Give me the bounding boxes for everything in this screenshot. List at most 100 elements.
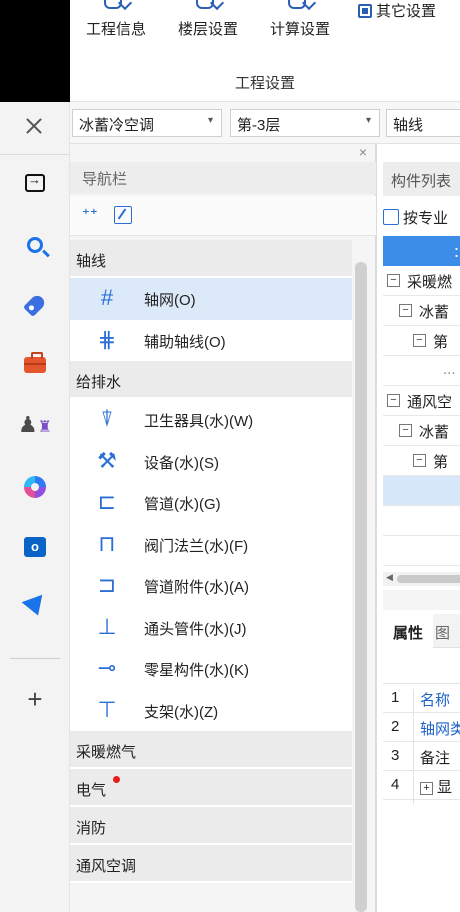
component-panel: 构件列表 按专业 − 采暖燃 − 冰蓄 − 第 ... − 通风空 − 冰蓄 − <box>376 144 460 912</box>
navigation-panel: × 导航栏 ⁺⁺ 轴线 # 轴网(O) ⋕ 辅助轴线(O) 给排水 ⍒ 卫生器具… <box>70 144 376 912</box>
close-icon[interactable] <box>24 116 44 136</box>
collapse-icon[interactable]: − <box>387 394 400 407</box>
filter-icon <box>383 209 399 225</box>
nav-item-misc-component[interactable]: ⊸ 零星构件(水)(K) <box>70 648 352 690</box>
filter-by-discipline-button[interactable]: 按专业 <box>383 200 448 234</box>
project-info-icon <box>96 0 136 12</box>
property-row[interactable]: 2 轴网类 <box>383 713 460 746</box>
sidebar-outlook-button[interactable]: o <box>22 534 48 560</box>
tab-other[interactable]: 图 <box>435 622 450 643</box>
app-sidebar: ♟♜ o + <box>0 102 70 912</box>
selection-toolbar: 冰蓄冷空调 ▾ 第-3层 ▾ 轴线 <box>70 102 460 144</box>
floor-settings-icon <box>188 0 228 12</box>
nav-toolbar: ⁺⁺ <box>70 196 376 236</box>
other-settings-icon <box>358 3 372 18</box>
collapse-icon[interactable]: − <box>399 424 412 437</box>
sidebar-login-button[interactable] <box>22 170 48 196</box>
plus-icon: + <box>27 684 43 714</box>
property-row[interactable]: 3 备注 <box>383 742 460 775</box>
sidebar-copilot-button[interactable] <box>22 474 48 500</box>
tree-row-selected[interactable] <box>383 476 460 506</box>
properties-header <box>383 648 460 684</box>
toolbox-icon <box>24 352 46 373</box>
other-settings-button[interactable]: 其它设置 <box>358 0 436 21</box>
nav-category-plumbing[interactable]: 给排水 <box>70 361 352 399</box>
notification-badge <box>113 776 120 783</box>
nav-item-bracket[interactable]: ⊤ 支架(水)(Z) <box>70 689 352 731</box>
nav-category-fire[interactable]: 消防 <box>70 807 352 845</box>
tree-row[interactable]: − 第 <box>383 446 460 476</box>
nav-category-electrical[interactable]: 电气 <box>70 769 352 807</box>
expand-icon[interactable]: + <box>420 782 433 795</box>
nav-item-sanitary[interactable]: ⍒ 卫生器具(水)(W) <box>70 399 352 441</box>
tree-row[interactable]: − 冰蓄 <box>383 416 460 446</box>
splitter[interactable] <box>383 590 460 610</box>
tree-row[interactable]: − 第 <box>383 326 460 356</box>
arrow-left-icon[interactable]: ◀ <box>386 572 393 583</box>
tree-row[interactable] <box>383 536 460 566</box>
nav-close-icon[interactable]: × <box>359 144 367 160</box>
tree-row[interactable]: − 通风空 <box>383 386 460 416</box>
divider <box>0 154 70 155</box>
nav-title: 导航栏 <box>82 171 128 188</box>
floor-select[interactable]: 第-3层 ▾ <box>230 109 380 137</box>
project-info-button[interactable]: 工程信息 <box>86 0 146 44</box>
nav-item-tee-fitting[interactable]: ⊥ 通头管件(水)(J) <box>70 606 352 648</box>
collapse-icon[interactable]: − <box>387 274 400 287</box>
pipe-icon: ⊏ <box>97 489 117 514</box>
collapse-icon[interactable]: − <box>399 304 412 317</box>
calc-settings-icon <box>280 0 320 12</box>
sidebar-add-button[interactable]: + <box>22 686 48 712</box>
nav-category-axis[interactable]: 轴线 <box>70 240 352 278</box>
calc-settings-button[interactable]: 计算设置 <box>270 0 330 44</box>
tree-row[interactable]: − 冰蓄 <box>383 296 460 326</box>
component-type-select[interactable]: 轴线 <box>386 109 460 137</box>
nav-scrollbar[interactable] <box>355 262 367 912</box>
sidebar-tag-button[interactable] <box>22 292 48 318</box>
sidebar-send-button[interactable] <box>21 594 49 620</box>
property-row[interactable]: 4 + 显 <box>383 771 460 804</box>
sidebar-search-button[interactable] <box>22 232 48 258</box>
floor-settings-button[interactable]: 楼层设置 <box>178 0 238 44</box>
project-select[interactable]: 冰蓄冷空调 ▾ <box>72 109 222 137</box>
divider <box>10 658 60 659</box>
collapse-icon[interactable]: − <box>413 454 426 467</box>
ribbon-group-label: 工程设置 <box>234 75 295 92</box>
property-row[interactable]: 1 名称 <box>383 684 460 717</box>
scrollbar-thumb[interactable] <box>355 262 367 912</box>
sidebar-toolbox-button[interactable] <box>22 352 48 378</box>
nav-item-valve-flange[interactable]: ⊓ 阀门法兰(水)(F) <box>70 523 352 565</box>
collapse-icon[interactable]: − <box>413 334 426 347</box>
nav-item-pipe-fitting[interactable]: ⊐ 管道附件(水)(A) <box>70 565 352 607</box>
copilot-icon <box>24 476 46 498</box>
bracket-icon: ⊤ <box>97 696 117 722</box>
auxiliary-axis-icon: ⋕ <box>97 326 117 352</box>
nav-item-auxiliary-axis[interactable]: ⋕ 辅助轴线(O) <box>70 319 352 361</box>
nav-item-grid[interactable]: # 轴网(O) <box>70 278 352 320</box>
outlook-icon: o <box>24 537 46 557</box>
misc-component-icon: ⊸ <box>97 655 117 680</box>
ribbon: 工程信息 楼层设置 计算设置 其它设置 工程设置 <box>70 0 460 102</box>
ribbon-left-edge <box>0 0 70 102</box>
component-tree: − 采暖燃 − 冰蓄 − 第 ... − 通风空 − 冰蓄 − 第 <box>383 266 460 566</box>
scrollbar-thumb[interactable] <box>397 575 460 583</box>
nav-category-hvac[interactable]: 通风空调 <box>70 845 352 883</box>
nav-category-heating-gas[interactable]: 采暖燃气 <box>70 731 352 769</box>
sanitary-fixture-icon: ⍒ <box>100 406 114 431</box>
edit-icon[interactable] <box>114 206 132 224</box>
tree-row[interactable]: ... <box>383 356 460 386</box>
send-icon <box>21 594 49 620</box>
sparkle-icon[interactable]: ⁺⁺ <box>82 205 98 223</box>
tree-row[interactable]: − 采暖燃 <box>383 266 460 296</box>
tab-properties[interactable]: 属性 <box>383 614 433 648</box>
tree-row[interactable] <box>383 506 460 536</box>
component-list-header <box>383 236 460 266</box>
tree-horizontal-scrollbar[interactable]: ◀ <box>383 572 460 586</box>
nav-item-pipe[interactable]: ⊏ 管道(水)(G) <box>70 482 352 524</box>
component-list-title: 构件列表 <box>383 162 460 196</box>
nav-list: 轴线 # 轴网(O) ⋕ 辅助轴线(O) 给排水 ⍒ 卫生器具(水)(W) ⚒ … <box>70 240 352 883</box>
valve-flange-icon: ⊓ <box>98 530 116 556</box>
login-icon <box>25 172 45 192</box>
sidebar-games-button[interactable]: ♟♜ <box>18 412 52 438</box>
nav-item-equipment[interactable]: ⚒ 设备(水)(S) <box>70 440 352 482</box>
